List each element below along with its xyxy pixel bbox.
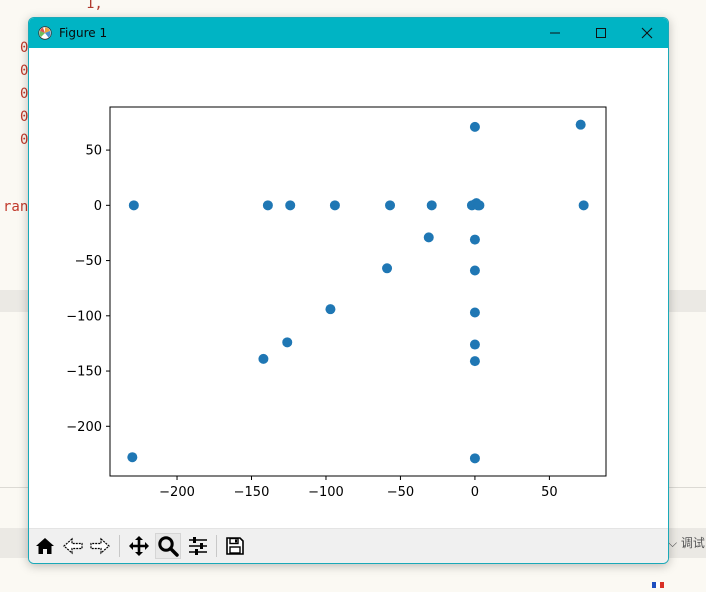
scatter-point [262,200,273,211]
scatter-plot[interactable]: −200 −150 −100 −50 0 50 50 0 −50 −100 −150 −200 [29,48,668,528]
x-tick-label: 50 [541,485,558,500]
home-icon [36,538,54,554]
x-tick-label: 0 [471,485,479,500]
title-bar[interactable]: Figure 1 [29,18,668,48]
close-icon [641,27,653,39]
minimize-icon [550,32,560,34]
maximize-icon [596,28,606,38]
scatter-point [469,339,480,350]
y-tick-label: −200 [66,420,102,435]
y-tick-label: 0 [94,199,102,214]
scatter-point [578,200,589,211]
scatter-point [127,452,138,463]
toolbar-separator-1 [119,535,120,557]
scatter-point [426,200,437,211]
configure-subplots-button[interactable] [185,533,211,559]
scatter-point [325,304,336,315]
scatter-point [285,200,296,211]
matplotlib-figure-icon [38,26,52,40]
scatter-point [469,121,480,132]
save-icon [226,537,244,555]
y-tick-label: 50 [85,144,102,159]
y-tick-label: −100 [66,309,102,324]
save-button[interactable] [222,533,248,559]
scatter-point [575,119,586,130]
status-flag-icon [652,573,664,588]
zoom-icon [158,536,179,557]
debug-panel-text: 调试 [680,536,705,550]
back-button[interactable] [60,533,86,559]
forward-arrow-icon [90,537,110,555]
scatter-point [128,200,139,211]
x-axis-ticks: −200 −150 −100 −50 0 50 [159,476,558,500]
navigation-toolbar [29,528,668,563]
scatter-point [469,234,480,245]
code-fragment-range: ran [3,199,29,215]
scatter-point [329,200,340,211]
x-tick-label: −50 [387,485,414,500]
y-tick-label: −150 [66,365,102,380]
x-tick-label: −200 [159,485,195,500]
scatter-point [382,263,393,274]
scatter-point [474,200,485,211]
figure-window: Figure 1 −200 −150 −100 −50 0 50 50 0 −50 −100 −1… [28,17,669,564]
toolbar-separator-2 [216,535,217,557]
window-title: Figure 1 [59,26,108,40]
scatter-point [469,307,480,318]
y-tick-label: −50 [75,254,102,269]
scatter-point [423,232,434,243]
pan-button[interactable] [126,533,152,559]
x-tick-label: −150 [234,485,270,500]
zoom-button[interactable] [155,533,181,559]
chevron-down-icon: ⌵ [668,536,681,550]
maximize-button[interactable] [578,18,624,48]
scatter-point [469,356,480,367]
code-fragment-top: 1, [86,0,103,12]
x-tick-label: −100 [308,485,344,500]
plot-axes-frame [109,106,607,477]
figure-canvas[interactable]: −200 −150 −100 −50 0 50 50 0 −50 −100 −150 −200 [29,48,668,528]
y-axis-ticks: 50 0 −50 −100 −150 −200 [66,144,110,435]
scatter-point [258,353,269,364]
home-button[interactable] [32,533,58,559]
sliders-icon [189,537,207,555]
scatter-point [469,453,480,464]
move-icon [129,536,149,556]
forward-button[interactable] [87,533,113,559]
scatter-point [385,200,396,211]
scatter-point [469,265,480,276]
debug-panel-label[interactable]: ⌵ 调试 [668,534,705,551]
back-arrow-icon [63,537,83,555]
close-button[interactable] [624,18,668,48]
minimize-button[interactable] [532,18,578,48]
scatter-point [282,337,293,348]
